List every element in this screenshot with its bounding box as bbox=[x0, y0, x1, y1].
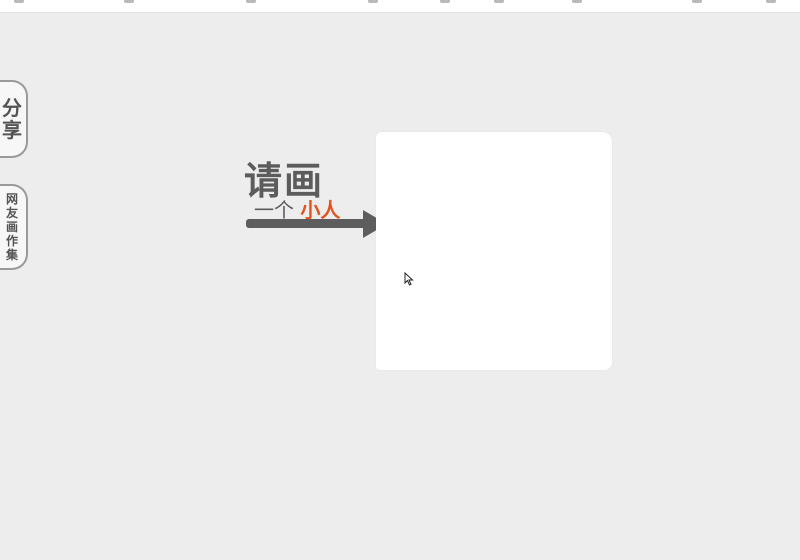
share-tab-char: 享 bbox=[2, 118, 22, 142]
gallery-tab[interactable]: 网 友 画 作 集 bbox=[0, 184, 28, 270]
top-strip-mark bbox=[124, 0, 134, 3]
top-strip-mark bbox=[368, 0, 378, 3]
gallery-tab-char: 友 bbox=[5, 206, 18, 220]
top-strip-mark bbox=[440, 0, 450, 3]
top-strip-mark bbox=[766, 0, 776, 3]
top-strip bbox=[0, 0, 800, 13]
drawing-canvas[interactable] bbox=[376, 132, 612, 370]
share-tab-char: 分 bbox=[2, 96, 22, 120]
top-strip-mark bbox=[246, 0, 256, 3]
gallery-tab-char: 集 bbox=[5, 248, 18, 262]
top-strip-mark bbox=[692, 0, 702, 3]
top-strip-mark bbox=[572, 0, 582, 3]
gallery-tab-char: 作 bbox=[5, 234, 18, 248]
share-tab[interactable]: 分 享 bbox=[0, 80, 28, 158]
top-strip-mark bbox=[494, 0, 504, 3]
top-strip-mark bbox=[14, 0, 24, 3]
arrow-right-icon bbox=[246, 219, 366, 228]
gallery-tab-char: 网 bbox=[5, 192, 18, 206]
gallery-tab-char: 画 bbox=[5, 220, 18, 234]
